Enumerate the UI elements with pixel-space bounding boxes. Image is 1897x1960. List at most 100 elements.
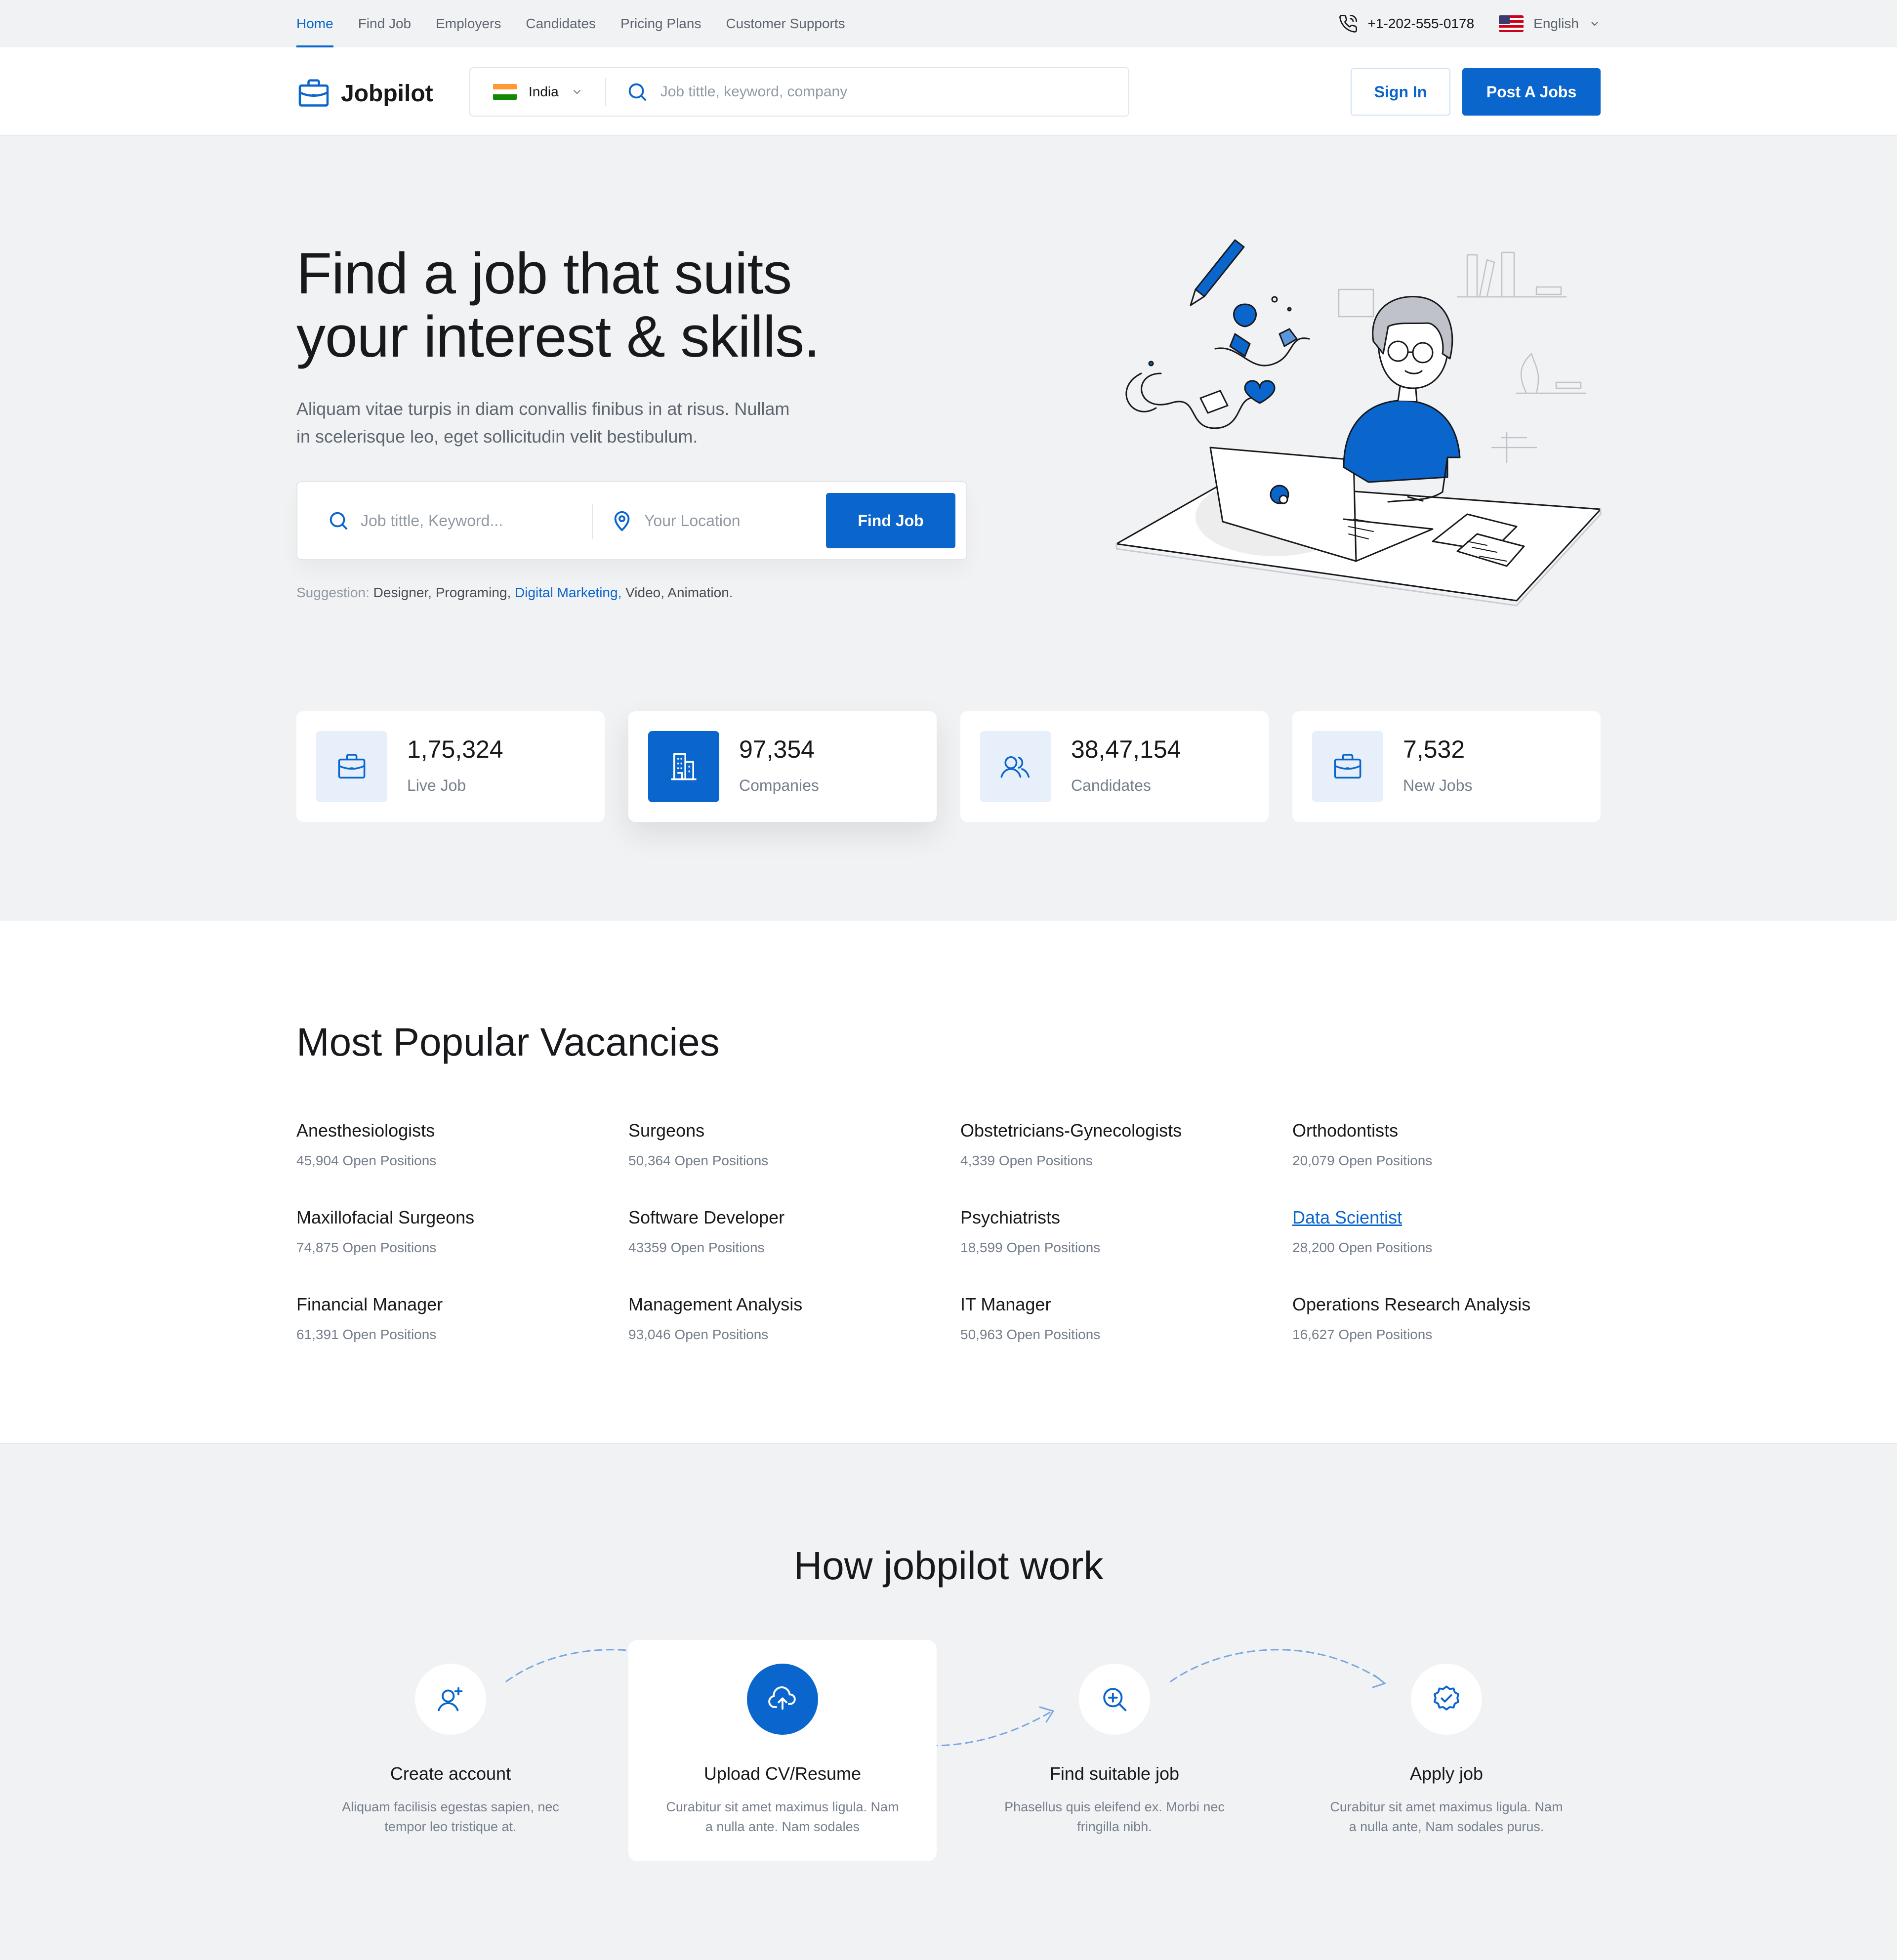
stat-value: 1,75,324 [407, 735, 503, 763]
step-find-job: Find suitable job Phasellus quis eleifen… [960, 1640, 1269, 1861]
vacancy-count: 18,599 Open Positions [960, 1240, 1101, 1255]
stat-label: Live Job [407, 776, 466, 794]
step-upload-cv: Upload CV/Resume Curabitur sit amet maxi… [628, 1640, 937, 1861]
section-title: How jobpilot work [793, 1544, 1104, 1588]
phone-contact[interactable]: +1-202-555-0178 [1338, 14, 1474, 34]
popular-vacancies-section: Most Popular Vacancies Anesthesiologists… [0, 921, 1897, 1444]
hero-subtitle-line2: in scelerisque leo, eget sollicitudin ve… [296, 426, 698, 447]
top-nav-right: +1-202-555-0178 English [1338, 0, 1601, 47]
stat-card-candidates: 38,47,154 Candidates [960, 711, 1269, 822]
keyword-input[interactable]: Job tittle, Keyword... [327, 509, 503, 532]
nav-link-employers[interactable]: Employers [436, 0, 501, 47]
header-search-input[interactable]: Job tittle, keyword, company [606, 81, 848, 103]
location-input[interactable]: Your Location [611, 509, 741, 532]
search-plus-icon [1079, 1664, 1150, 1735]
vacancy-title-link[interactable]: Data Scientist [1292, 1207, 1599, 1228]
vacancy-count: 4,339 Open Positions [960, 1153, 1093, 1168]
step-description: Curabitur sit amet maximus ligula. Nam a … [1330, 1799, 1563, 1834]
post-job-button[interactable]: Post A Jobs [1462, 68, 1601, 116]
vacancy-item-hovered[interactable]: Data Scientist 28,200 Open Positions [1292, 1207, 1599, 1256]
vacancy-item[interactable]: Obstetricians-Gynecologists 4,339 Open Po… [960, 1120, 1267, 1169]
search-icon [330, 512, 348, 530]
chevron-down-icon [573, 89, 580, 94]
how-it-works-section: How jobpilot work Create account Aliquam… [0, 1444, 1897, 1960]
user-add-icon [415, 1664, 486, 1735]
stat-label: New Jobs [1403, 776, 1473, 794]
vacancy-title[interactable]: Operations Research Analysis [1292, 1294, 1599, 1315]
vacancy-count: 28,200 Open Positions [1292, 1240, 1433, 1255]
stat-card-new-jobs: 7,532 New Jobs [1292, 711, 1601, 822]
vacancy-title[interactable]: Financial Manager [296, 1294, 603, 1315]
nav-link-home[interactable]: Home [296, 0, 333, 47]
step-apply-job: Apply job Curabitur sit amet maximus lig… [1292, 1640, 1601, 1861]
vacancy-item[interactable]: Orthodontists 20,079 Open Positions [1292, 1120, 1599, 1169]
logo[interactable]: Jobpilot [296, 76, 433, 111]
vacancy-title[interactable]: Anesthesiologists [296, 1120, 603, 1141]
vacancy-count: 74,875 Open Positions [296, 1240, 437, 1255]
suggestion-video[interactable]: Video, [625, 585, 664, 600]
suggestions: Suggestion: Designer, Programing, Digita… [296, 585, 733, 601]
vacancy-item[interactable]: Management Analysis 93,046 Open Positions [628, 1294, 935, 1343]
nav-link-candidates[interactable]: Candidates [526, 0, 596, 47]
vacancy-count: 50,963 Open Positions [960, 1327, 1101, 1342]
top-navigation-bar: Home Find Job Employers Candidates Prici… [0, 0, 1897, 47]
building-icon [648, 731, 719, 802]
header-search-box: India Job tittle, keyword, company [469, 67, 1129, 117]
hero-subtitle: Aliquam vitae turpis in diam convallis f… [296, 395, 840, 450]
header-search-placeholder: Job tittle, keyword, company [660, 83, 848, 100]
stat-value: 97,354 [739, 735, 815, 763]
vacancy-item[interactable]: IT Manager 50,963 Open Positions [960, 1294, 1267, 1343]
vacancy-item[interactable]: Psychiatrists 18,599 Open Positions [960, 1207, 1267, 1256]
suggestion-programing[interactable]: Programing, [436, 585, 511, 600]
vacancy-title[interactable]: Software Developer [628, 1207, 935, 1228]
cloud-upload-icon [747, 1664, 818, 1735]
logo-text: Jobpilot [341, 80, 433, 107]
stats-row: 1,75,324 Live Job 97,354 Companies 38,47… [296, 711, 1601, 822]
vacancy-title[interactable]: Surgeons [628, 1120, 935, 1141]
step-title: Find suitable job [1049, 1763, 1180, 1784]
sign-in-button[interactable]: Sign In [1351, 68, 1450, 116]
suggestion-digital-marketing[interactable]: Digital Marketing, [515, 585, 621, 600]
nav-link-customer-supports[interactable]: Customer Supports [726, 0, 845, 47]
vacancy-title[interactable]: IT Manager [960, 1294, 1267, 1315]
vacancy-item[interactable]: Software Developer 43359 Open Positions [628, 1207, 935, 1256]
stat-value: 38,47,154 [1071, 735, 1181, 763]
top-nav-links: Home Find Job Employers Candidates Prici… [296, 0, 845, 47]
vacancy-count: 93,046 Open Positions [628, 1327, 769, 1342]
stat-label: Companies [739, 776, 819, 794]
suggestion-designer[interactable]: Designer, [373, 585, 432, 600]
step-title: Upload CV/Resume [703, 1763, 862, 1784]
vacancy-title[interactable]: Obstetricians-Gynecologists [960, 1120, 1267, 1141]
vacancy-title[interactable]: Orthodontists [1292, 1120, 1599, 1141]
find-job-button[interactable]: Find Job [826, 493, 955, 548]
country-selector[interactable]: India [470, 78, 606, 106]
hero-subtitle-line1: Aliquam vitae turpis in diam convallis f… [296, 399, 790, 419]
vacancy-count: 50,364 Open Positions [628, 1153, 769, 1168]
briefcase-icon [316, 731, 387, 802]
nav-link-find-job[interactable]: Find Job [358, 0, 411, 47]
nav-link-pricing-plans[interactable]: Pricing Plans [620, 0, 701, 47]
step-description: Aliquam facilisis egestas sapien, nec tem… [342, 1799, 559, 1834]
india-flag-icon [493, 84, 517, 100]
vacancy-item[interactable]: Operations Research Analysis 16,627 Open … [1292, 1294, 1599, 1343]
language-selector[interactable]: English [1499, 15, 1601, 32]
stat-card-companies: 97,354 Companies [628, 711, 937, 822]
search-divider [592, 504, 593, 539]
hero-title-line1: Find a job that suits [296, 241, 792, 306]
vacancy-count: 61,391 Open Positions [296, 1327, 437, 1342]
stat-value: 7,532 [1403, 735, 1465, 763]
vacancy-item[interactable]: Surgeons 50,364 Open Positions [628, 1120, 935, 1169]
briefcase-logo-icon [298, 79, 329, 107]
hero-search-form: Job tittle, Keyword... Your Location Fin… [296, 481, 967, 560]
vacancy-item[interactable]: Financial Manager 61,391 Open Positions [296, 1294, 603, 1343]
vacancy-item[interactable]: Maxillofacial Surgeons 74,875 Open Positi… [296, 1207, 603, 1256]
chevron-down-icon [1591, 22, 1598, 26]
location-placeholder: Your Location [644, 511, 741, 530]
suggestion-animation[interactable]: Animation. [667, 585, 733, 600]
stat-card-live-job: 1,75,324 Live Job [296, 711, 605, 822]
vacancy-title[interactable]: Maxillofacial Surgeons [296, 1207, 603, 1228]
vacancy-title[interactable]: Psychiatrists [960, 1207, 1267, 1228]
vacancy-item[interactable]: Anesthesiologists 45,904 Open Positions [296, 1120, 603, 1169]
vacancy-title[interactable]: Management Analysis [628, 1294, 935, 1315]
users-icon [980, 731, 1051, 802]
